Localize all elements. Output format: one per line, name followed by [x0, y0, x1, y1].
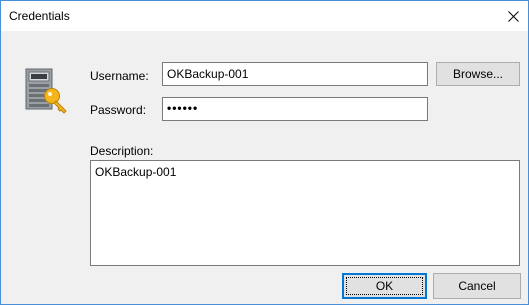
window-title: Credentials [9, 9, 70, 23]
password-label: Password: [90, 103, 147, 117]
password-mask: •••••• [167, 101, 199, 115]
credentials-key-icon [25, 68, 67, 114]
username-label: Username: [90, 69, 149, 83]
username-field[interactable] [162, 62, 428, 86]
cancel-button-label: Cancel [458, 279, 496, 293]
focus-rectangle [346, 277, 423, 295]
browse-button-label: Browse... [452, 67, 503, 81]
ok-button[interactable]: OK [342, 273, 427, 299]
description-field[interactable]: OKBackup-001 [90, 160, 520, 266]
close-button[interactable] [498, 1, 528, 31]
password-field[interactable]: •••••• [162, 97, 428, 121]
credentials-dialog: Credentials Username: Browse... Password… [0, 0, 529, 305]
close-icon [507, 10, 519, 22]
cancel-button[interactable]: Cancel [433, 273, 521, 299]
description-label: Description: [90, 144, 154, 158]
title-bar: Credentials [1, 1, 528, 31]
browse-button[interactable]: Browse... [436, 62, 520, 86]
